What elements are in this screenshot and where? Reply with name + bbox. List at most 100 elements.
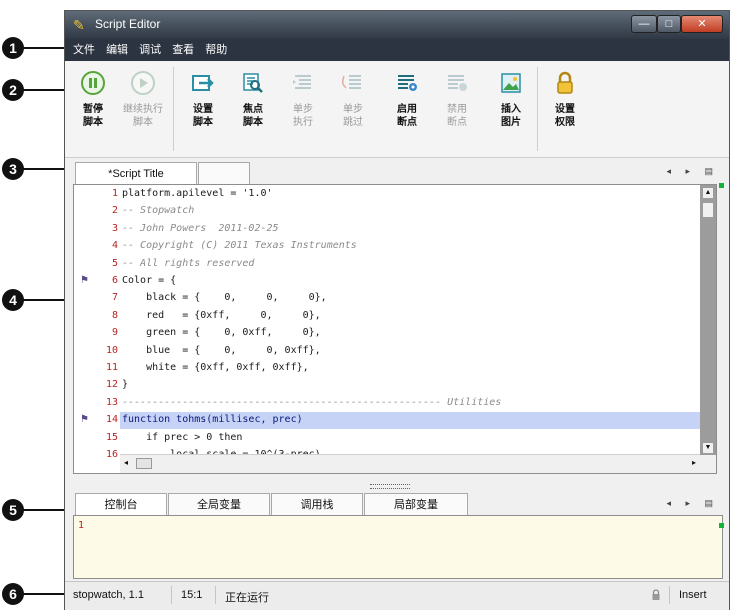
callout-1: 1	[0, 35, 70, 61]
status-bar: stopwatch, 1.1 15:1 正在运行 Insert	[65, 581, 729, 610]
pause-script-button[interactable]: 暂停 脚本	[71, 69, 115, 129]
window-title: Script Editor	[95, 17, 161, 31]
disable-breakpoint-icon	[443, 69, 471, 97]
menu-view[interactable]: 查看	[172, 39, 194, 61]
code-line[interactable]: Color = {	[122, 275, 176, 286]
maximize-button[interactable]: □	[657, 15, 681, 33]
code-line[interactable]: -- John Powers 2011-02-25	[122, 223, 279, 234]
code-line[interactable]: black = { 0, 0, 0},	[122, 292, 327, 303]
focus-script-button[interactable]: 焦点 脚本	[231, 69, 275, 129]
script-tabs: *Script Title ◂ ▸ ▤	[65, 158, 729, 184]
line-number: 13	[105, 396, 118, 408]
code-line[interactable]: white = {0xff, 0xff, 0xff},	[122, 362, 309, 373]
enable-breakpoint-icon	[393, 69, 421, 97]
callout-3: 3	[0, 156, 70, 182]
scroll-down-icon[interactable]: ▼	[703, 443, 713, 453]
line-number: 1	[111, 188, 118, 199]
toolbar: 暂停 脚本 继续执行 脚本 设置 脚本 焦点 脚本 单步 执行 单步 跳过 启用…	[65, 61, 729, 158]
tab-nav-arrows[interactable]: ◂ ▸ ▤	[666, 166, 719, 177]
step-execute-icon	[289, 69, 317, 97]
script-editor-window: ✎ Script Editor — □ ✕ 文件 编辑 调试 查看 帮助 暂停脚…	[64, 10, 730, 610]
insert-image-icon	[497, 69, 525, 97]
code-line[interactable]: blue = { 0, 0, 0xff},	[122, 345, 321, 356]
code-area[interactable]: platform.apilevel = '1.0' -- Stopwatch -- …	[120, 185, 700, 457]
code-line[interactable]: -- Stopwatch	[122, 205, 194, 216]
code-line[interactable]: }	[122, 379, 128, 390]
code-line[interactable]: if prec > 0 then	[122, 432, 242, 443]
line-number: 4	[111, 240, 118, 252]
step-execute-button[interactable]: 单步 执行	[281, 69, 325, 129]
step-over-icon	[339, 69, 367, 97]
breakpoint-icon[interactable]: ⚑	[80, 414, 89, 425]
title-bar[interactable]: ✎ Script Editor — □ ✕	[65, 11, 729, 39]
console-panel[interactable]: 1	[73, 515, 723, 579]
vertical-scrollbar[interactable]: ▲ ▼	[700, 185, 716, 457]
line-gutter: 1 2 3 4 5 6 ⚑ 7 8 9 10 11 12 13 14 ⚑ 15 16	[74, 185, 120, 460]
scroll-up-icon[interactable]: ▲	[703, 188, 713, 198]
code-editor[interactable]: 1 2 3 4 5 6 ⚑ 7 8 9 10 11 12 13 14 ⚑ 15 16 platform.apile…	[73, 184, 717, 474]
callout-line	[22, 47, 70, 49]
step-over-button[interactable]: 单步 跳过	[331, 69, 375, 129]
status-separator	[669, 586, 670, 604]
code-line[interactable]: function tohms(millisec, prec)	[122, 414, 303, 425]
resume-script-button[interactable]: 继续执行 脚本	[121, 69, 165, 129]
status-separator	[171, 586, 172, 604]
breakpoint-icon[interactable]: ⚑	[80, 275, 89, 286]
callout-5: 5	[0, 497, 70, 523]
menu-edit[interactable]: 编辑	[106, 39, 128, 61]
toolbar-separator	[173, 67, 174, 151]
tab-script-title[interactable]: *Script Title	[75, 162, 197, 184]
insert-image-button[interactable]: 插入 图片	[489, 69, 533, 129]
console-line-number: 1	[78, 520, 85, 531]
panel-nav-arrows[interactable]: ◂ ▸ ▤	[666, 498, 719, 509]
line-number: 15	[105, 431, 118, 443]
menu-bar: 文件 编辑 调试 查看 帮助	[65, 39, 729, 61]
callout-6: 6	[0, 581, 70, 607]
code-line[interactable]: green = { 0, 0xff, 0},	[122, 327, 321, 338]
code-line[interactable]: red = {0xff, 0, 0},	[122, 310, 321, 321]
callout-line	[22, 509, 70, 511]
line-number: 12	[105, 379, 118, 391]
status-cursor-position: 15:1	[181, 589, 203, 601]
menu-file[interactable]: 文件	[73, 39, 95, 61]
scroll-right-icon[interactable]: ▸	[692, 458, 696, 467]
callout-line	[22, 168, 70, 170]
tab-console[interactable]: 控制台	[75, 493, 167, 515]
disable-breakpoint-button[interactable]: 禁用 断点	[435, 69, 479, 129]
callout-line	[22, 299, 70, 301]
code-line[interactable]: platform.apilevel = '1.0'	[122, 188, 273, 199]
scroll-left-icon[interactable]: ◂	[124, 458, 128, 467]
pause-icon	[79, 69, 107, 97]
set-script-button[interactable]: 设置 脚本	[181, 69, 225, 129]
status-separator	[215, 586, 216, 604]
enable-breakpoint-button[interactable]: 启用 断点	[385, 69, 429, 129]
code-line[interactable]: -- Copyright (C) 2011 Texas Instruments	[122, 240, 357, 251]
code-line[interactable]: ----------------------------------------…	[122, 397, 501, 408]
toolbar-separator	[537, 67, 538, 151]
minimize-button[interactable]: —	[631, 15, 657, 33]
code-line[interactable]: -- All rights reserved	[122, 258, 254, 269]
tab-global-variables[interactable]: 全局变量	[168, 493, 270, 515]
focus-script-icon	[239, 69, 267, 97]
line-number: 5	[111, 257, 118, 269]
tab-new-script[interactable]	[198, 162, 250, 184]
status-indicator	[719, 183, 724, 188]
scroll-thumb-horizontal[interactable]	[136, 458, 152, 469]
menu-debug[interactable]: 调试	[139, 39, 161, 61]
set-permissions-button[interactable]: 设置 权限	[543, 69, 587, 129]
line-number: 11	[105, 362, 118, 373]
scroll-thumb[interactable]	[703, 203, 713, 217]
callout-2: 2	[0, 77, 70, 103]
menu-help[interactable]: 帮助	[205, 39, 227, 61]
status-run-state: 正在运行	[225, 592, 269, 604]
line-number: 7	[111, 292, 118, 304]
line-number: 9	[111, 327, 118, 339]
close-button[interactable]: ✕	[681, 15, 723, 33]
tab-call-stack[interactable]: 调用栈	[271, 493, 363, 515]
tab-local-variables[interactable]: 局部变量	[364, 493, 468, 515]
line-number: 8	[111, 309, 118, 321]
console-indicator	[719, 523, 724, 528]
horizontal-scrollbar[interactable]: ◂ ▸	[120, 454, 700, 473]
status-script-name: stopwatch, 1.1	[73, 589, 144, 601]
callout-4: 4	[0, 287, 70, 313]
